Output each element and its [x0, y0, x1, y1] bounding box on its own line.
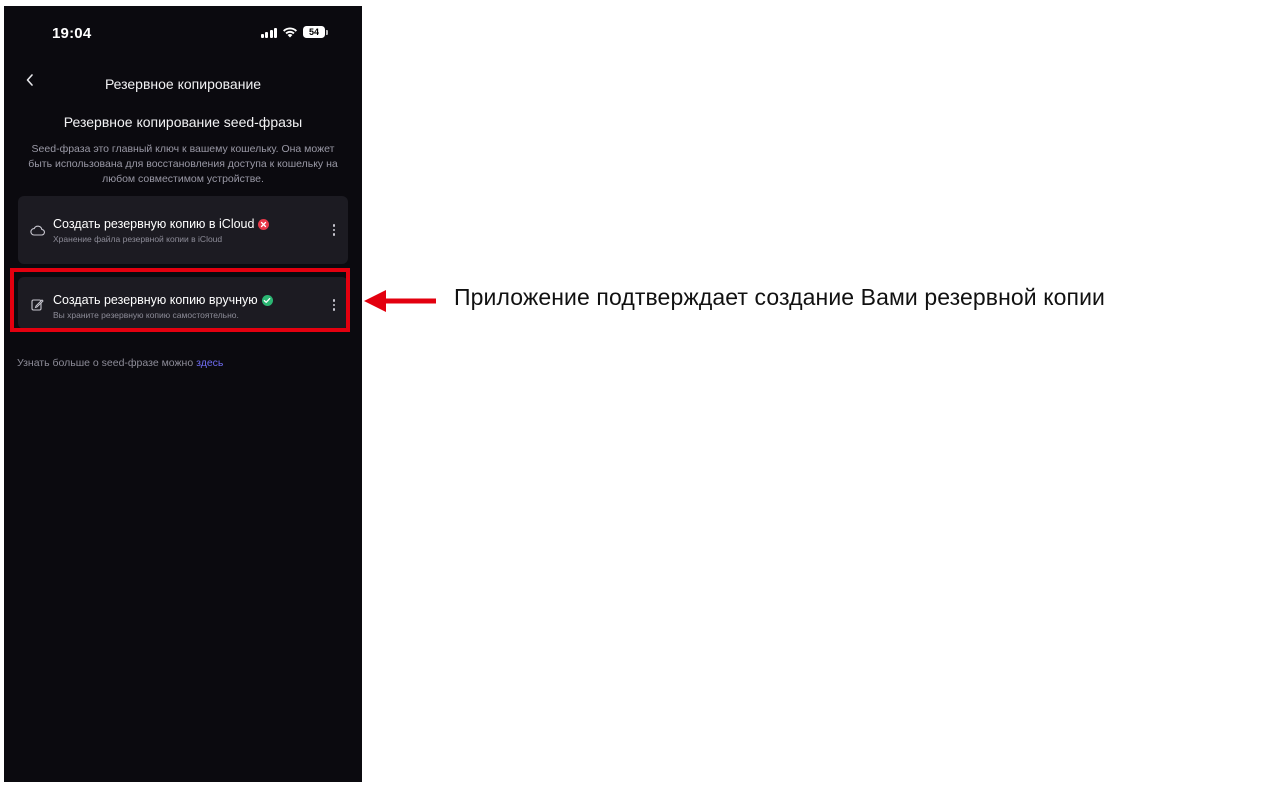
nav-bar: Резервное копирование [4, 64, 362, 104]
cloud-icon [29, 222, 45, 238]
more-options-button[interactable] [326, 220, 342, 240]
highlight-frame [10, 268, 350, 332]
option-title: Создать резервную копию в iCloud [53, 217, 255, 231]
learn-more-label: Узнать больше о seed-фразе можно [17, 357, 197, 369]
learn-more-link[interactable]: здесь [196, 357, 223, 369]
option-title-row: Создать резервную копию в iCloud [53, 217, 270, 231]
status-icons: 54 [260, 26, 328, 38]
battery-icon: 54 [303, 26, 328, 38]
section-description: Seed-фраза это главный ключ к вашему кош… [28, 143, 338, 185]
option-subtitle: Хранение файла резервной копии в iCloud [53, 234, 223, 244]
error-status-icon [258, 218, 270, 230]
status-bar: 19:04 54 [4, 6, 362, 56]
page-title: Резервное копирование [104, 76, 262, 92]
section-title: Резервное копирование seed-фразы [63, 114, 303, 130]
option-icloud-backup[interactable]: Создать резервную копию в iCloud Хранени… [18, 196, 348, 264]
stage: 19:04 54 Резервное копирование Резервное… [0, 0, 1282, 793]
phone-screen: 19:04 54 Резервное копирование Резервное… [4, 6, 362, 782]
battery-level: 54 [303, 26, 325, 38]
annotation-arrow-icon [364, 290, 436, 312]
signal-icon [260, 27, 277, 38]
status-time: 19:04 [52, 25, 92, 42]
annotation-text: Приложение подтверждает создание Вами ре… [454, 284, 1105, 310]
wifi-icon [282, 26, 298, 38]
learn-more-text: Узнать больше о seed-фразе можно здесь [17, 357, 223, 369]
